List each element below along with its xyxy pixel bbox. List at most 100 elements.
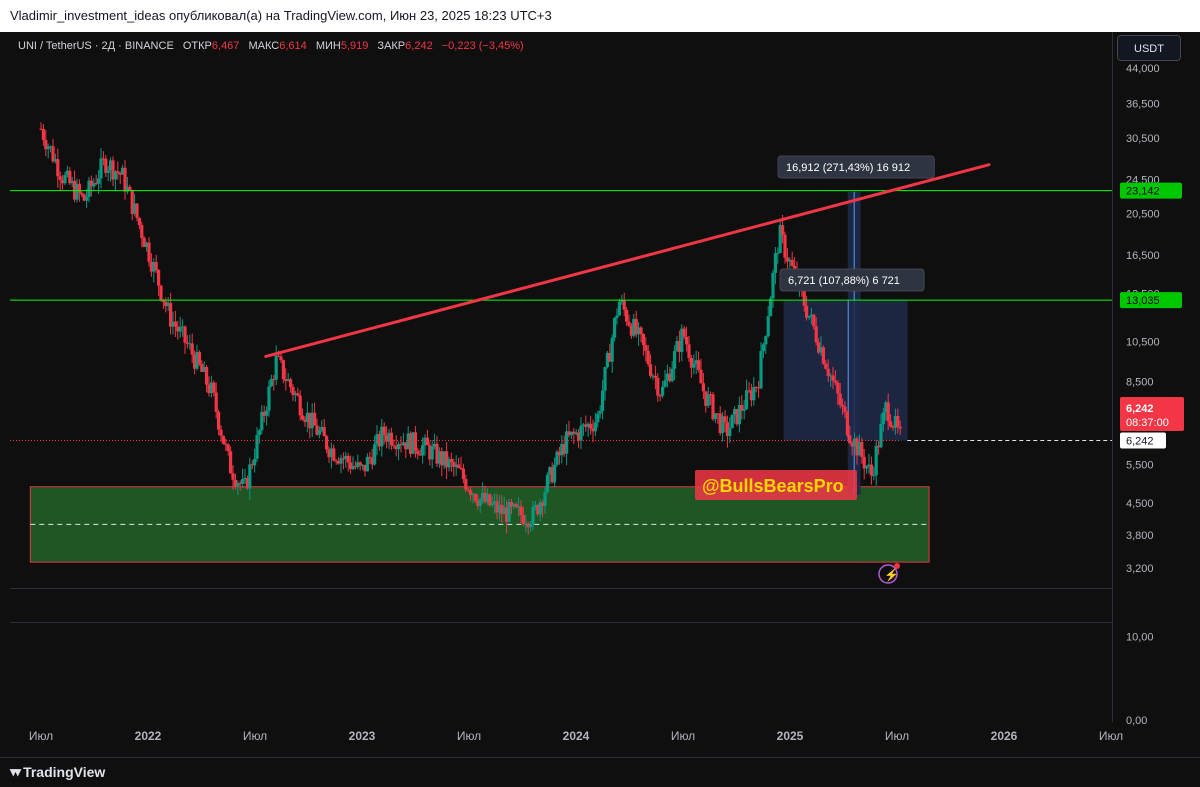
- candle-up: [478, 498, 482, 506]
- countdown-tag: 08:37:00: [1126, 417, 1169, 429]
- tradingview-logo-icon: ▾▾: [10, 764, 21, 779]
- time-tick-label: 2024: [563, 729, 590, 743]
- candle-down: [279, 356, 283, 361]
- candle-up: [761, 344, 765, 352]
- symbol-name[interactable]: UNI / TetherUS · 2Д · BINANCE: [18, 40, 174, 52]
- crosshair-price-tag: 6,242: [1126, 436, 1154, 448]
- candle-down: [219, 429, 223, 436]
- candle-down: [641, 333, 645, 346]
- candle-down: [653, 375, 657, 378]
- indicator-tick-label: 10,00: [1126, 632, 1154, 644]
- candle-up: [730, 414, 734, 429]
- price-axis-border: [1112, 32, 1113, 722]
- candle-up: [274, 355, 278, 380]
- price-tick-label: 30,500: [1126, 133, 1160, 145]
- candle-up: [872, 475, 876, 477]
- candle-down: [416, 450, 420, 455]
- candle-up: [706, 394, 710, 406]
- candle-down: [313, 412, 317, 426]
- candle-up: [106, 170, 110, 173]
- candle-up: [63, 174, 67, 184]
- candle-down: [889, 421, 893, 427]
- candle-up: [881, 412, 885, 425]
- candle-down: [639, 327, 643, 334]
- candle-down: [658, 395, 662, 397]
- candle-up: [807, 316, 811, 318]
- candle-down: [805, 305, 809, 318]
- candle-down: [697, 360, 701, 370]
- candle-down: [812, 314, 816, 327]
- candle-up: [692, 363, 696, 368]
- candle-up: [545, 474, 549, 493]
- candle-down: [205, 367, 209, 385]
- candle-down: [449, 459, 453, 463]
- candle-up: [178, 326, 182, 332]
- candle-up: [430, 446, 434, 460]
- candle-down: [898, 426, 902, 429]
- price-tick-label: 8,500: [1126, 377, 1154, 389]
- candle-down: [221, 435, 225, 444]
- candle-down: [845, 412, 849, 436]
- tradingview-brand: TradingView: [23, 764, 106, 780]
- candle-up: [598, 410, 602, 414]
- candle-down: [723, 416, 727, 423]
- candle-down: [781, 225, 785, 235]
- candle-down: [289, 379, 293, 388]
- candle-down: [457, 464, 461, 468]
- candle-up: [596, 413, 600, 423]
- candle-down: [473, 494, 477, 501]
- candle-down: [682, 328, 686, 337]
- currency-button[interactable]: USDT: [1117, 35, 1181, 61]
- candle-down: [656, 377, 660, 396]
- lower-measure-label-group: 6,721 (107,88%) 6 721: [779, 268, 925, 292]
- candle-down: [413, 432, 417, 451]
- tradingview-logo[interactable]: ▾▾ TradingView: [10, 764, 105, 780]
- price-tick-label: 16,500: [1126, 250, 1160, 262]
- pane-separator: [10, 588, 1112, 589]
- candle-up: [773, 253, 777, 273]
- time-tick-label: Июл: [671, 729, 695, 743]
- time-tick-label: Июл: [29, 729, 53, 743]
- candle-up: [663, 380, 667, 387]
- level-mid-price-tag-group: 13,035: [1120, 292, 1182, 309]
- candle-down: [644, 345, 648, 351]
- candle-up: [373, 444, 377, 465]
- price-tick-label: 36,500: [1126, 99, 1160, 111]
- chart-area[interactable]: 16,912 (271,43%) 16 912 6,721 (107,88%) 6…: [0, 32, 1200, 757]
- candle-up: [752, 387, 756, 401]
- candle-down: [783, 234, 787, 258]
- candle-down: [896, 415, 900, 427]
- watermark-badge-group: @BullsBearsPro: [695, 470, 857, 500]
- candle-down: [301, 415, 305, 420]
- price-tick-label: 3,800: [1126, 530, 1154, 542]
- level-high-price-tag: 23,142: [1126, 186, 1160, 198]
- candle-up: [241, 479, 245, 484]
- last-price-tag-group: 6,242 08:37:00: [1120, 397, 1184, 431]
- price-chart-svg[interactable]: 16,912 (271,43%) 16 912 6,721 (107,88%) 6…: [0, 32, 1200, 757]
- alert-bolt-icon-glyph: ⚡: [884, 568, 899, 582]
- candle-down: [325, 436, 329, 450]
- candle-down: [392, 445, 396, 447]
- candle-down: [843, 406, 847, 413]
- candle-down: [848, 435, 852, 444]
- price-tick-label: 5,500: [1126, 460, 1154, 472]
- candle-up: [728, 428, 732, 437]
- candle-up: [529, 524, 533, 528]
- level-high-price-tag-group: 23,142: [1120, 182, 1182, 199]
- time-tick-label: Июл: [885, 729, 909, 743]
- candle-down: [281, 360, 285, 380]
- candle-down: [157, 269, 161, 286]
- candle-up: [670, 368, 674, 382]
- candle-down: [116, 171, 120, 173]
- candle-down: [685, 336, 689, 345]
- alert-bolt-icon: ⚡: [878, 563, 900, 584]
- candle-up: [365, 456, 369, 472]
- candle-down: [41, 128, 45, 140]
- candle-down: [332, 448, 336, 461]
- high-value: 6,614: [279, 40, 307, 52]
- price-tick-label: 4,500: [1126, 498, 1154, 510]
- candle-up: [531, 507, 535, 525]
- candle-down: [836, 382, 840, 394]
- candle-down: [212, 382, 216, 393]
- candle-down: [135, 203, 139, 219]
